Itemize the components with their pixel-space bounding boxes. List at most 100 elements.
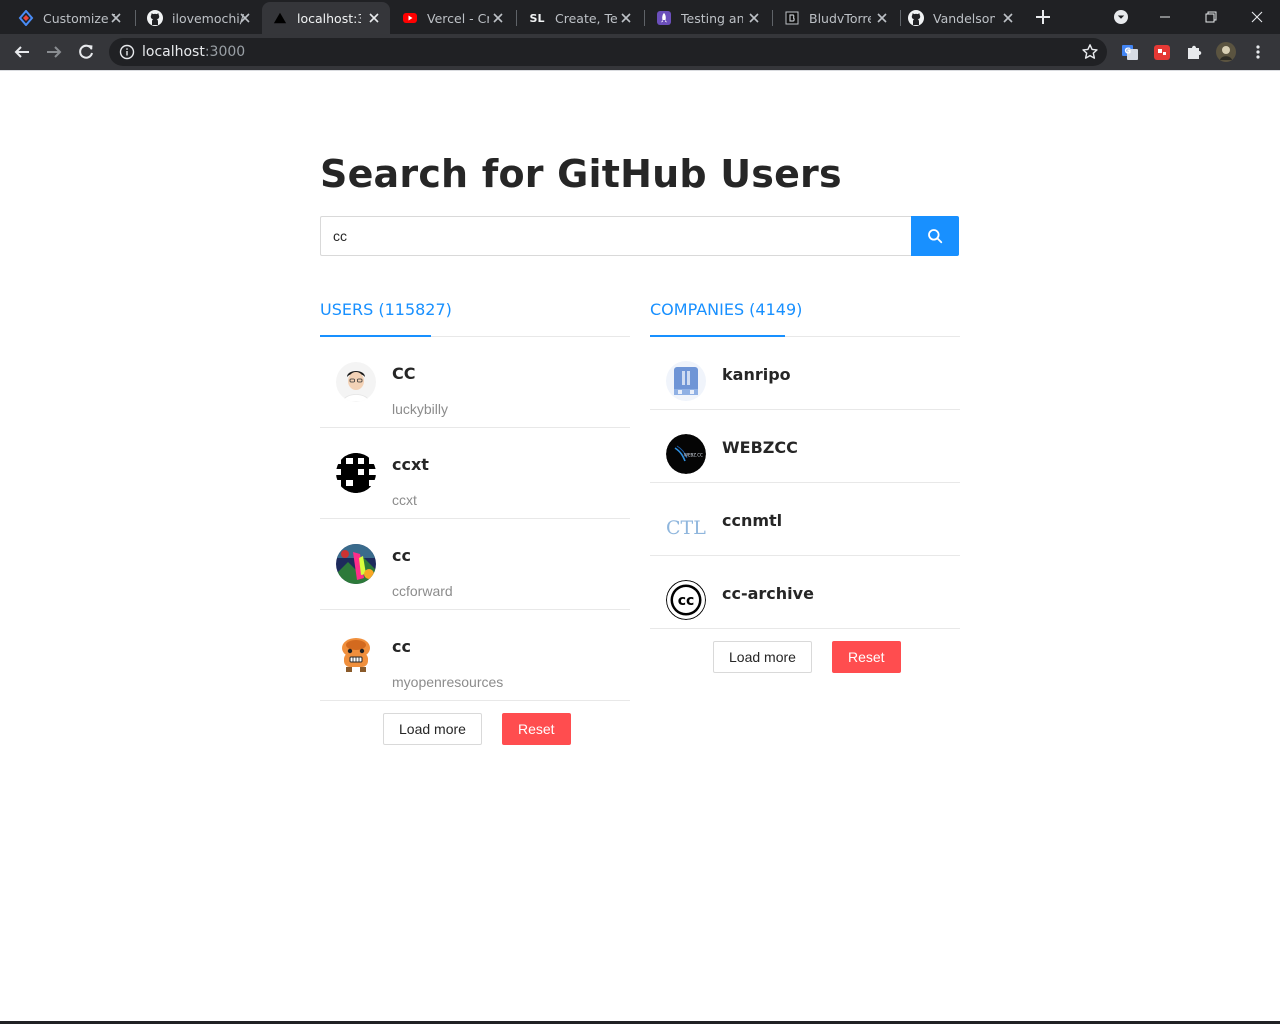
browser-tab-vercel[interactable]: Vercel - Cre (392, 2, 514, 34)
list-item[interactable]: CTL ccnmtl (650, 483, 960, 556)
user-name[interactable]: ccxt (392, 455, 429, 474)
star-icon[interactable] (1081, 43, 1099, 61)
extensions-button[interactable] (1184, 42, 1204, 62)
reload-icon (79, 44, 93, 59)
avatar (336, 635, 376, 675)
cc-logo-text: cc (678, 593, 695, 609)
back-button[interactable] (10, 40, 34, 64)
avatar (336, 453, 376, 493)
tab-title: ilovemochi/ (172, 10, 244, 26)
close-icon[interactable] (874, 10, 890, 26)
minimize-button[interactable] (1142, 0, 1188, 34)
company-name[interactable]: cc-archive (722, 584, 814, 603)
tab-title: Create, Test (555, 10, 617, 26)
companies-panel: COMPANIES (4149) kanripo WEBZ.CC WEBZCC … (650, 296, 960, 673)
list-item[interactable]: CC luckybilly (320, 337, 630, 428)
avatar-icon (1216, 42, 1236, 62)
profile-avatar[interactable] (1216, 42, 1236, 62)
google-translate-extension[interactable]: G (1120, 42, 1140, 62)
minimize-icon (1160, 16, 1170, 18)
user-login: ccforward (392, 583, 453, 599)
company-name[interactable]: ccnmtl (722, 511, 782, 530)
close-icon[interactable] (746, 10, 762, 26)
list-item[interactable]: ccxt ccxt (320, 428, 630, 519)
tab-title: Testing and (681, 10, 743, 26)
avatar (336, 544, 376, 584)
chevron-down-circle-icon (1114, 10, 1128, 24)
company-name[interactable]: kanripo (722, 365, 791, 384)
github-icon (147, 10, 163, 26)
window-close-button[interactable] (1234, 0, 1280, 34)
browser-tab-strip: Customize T ilovemochi/ localhost:30 Ver… (0, 0, 1280, 34)
search-input[interactable] (320, 216, 912, 256)
browser-tab-ilovemochi[interactable]: ilovemochi/ (137, 2, 261, 34)
tab-title: localhost:30 (297, 10, 361, 26)
browser-tab-vandelson[interactable]: Vandelson7 (898, 2, 1024, 34)
avatar: WEBZ.CC (666, 434, 706, 474)
users-actions: Load more Reset (320, 701, 630, 745)
arrow-right-icon (47, 46, 62, 58)
reload-button[interactable] (74, 40, 98, 64)
tab-search-button[interactable] (1098, 0, 1144, 34)
browser-tab-localhost[interactable]: localhost:30 (262, 2, 390, 34)
toolbar-divider (0, 70, 1280, 71)
forward-button[interactable] (42, 40, 66, 64)
tab-title: Vandelson7 (933, 10, 995, 26)
vercel-triangle-icon (272, 10, 288, 26)
avatar (666, 361, 706, 401)
tab-companies[interactable]: COMPANIES (4149) (650, 300, 802, 319)
reset-button[interactable]: Reset (502, 713, 571, 745)
new-tab-plus-icon[interactable] (1031, 6, 1055, 28)
info-icon[interactable] (119, 44, 135, 60)
url-host: localhost (142, 44, 205, 60)
url-text: localhost:3000 (142, 44, 245, 60)
browser-tab-create-test[interactable]: SL Create, Test (518, 2, 642, 34)
user-name[interactable]: cc (392, 637, 411, 656)
close-icon[interactable] (237, 10, 253, 26)
close-icon[interactable] (618, 10, 634, 26)
list-item[interactable]: cc cc-archive (650, 556, 960, 629)
tab-divider (772, 10, 773, 26)
close-icon[interactable] (1000, 10, 1016, 26)
companies-tab-header: COMPANIES (4149) (650, 296, 960, 337)
address-bar[interactable]: localhost:3000 (109, 38, 1107, 66)
list-item[interactable]: kanripo (650, 337, 960, 410)
browser-tab-bludv[interactable]: BludvTorren (774, 2, 898, 34)
avatar: cc (666, 580, 706, 620)
list-item[interactable]: cc myopenresources (320, 610, 630, 701)
browser-tab-testing[interactable]: Testing and (646, 2, 770, 34)
github-icon (908, 10, 924, 26)
tab-users[interactable]: USERS (115827) (320, 300, 452, 319)
reset-button[interactable]: Reset (832, 641, 901, 673)
tab-title: BludvTorren (809, 10, 871, 26)
load-more-button[interactable]: Load more (383, 713, 482, 745)
arrow-left-icon (14, 46, 29, 58)
rocket-icon (656, 10, 672, 26)
tab-divider (516, 10, 517, 26)
restore-button[interactable] (1188, 0, 1234, 34)
red-extension[interactable] (1152, 42, 1172, 62)
close-icon[interactable] (366, 10, 382, 26)
more-vertical-icon (1256, 45, 1260, 59)
ctl-logo-text: CTL (666, 517, 706, 539)
companies-actions: Load more Reset (650, 629, 960, 673)
browser-tab-customize[interactable]: Customize T (8, 2, 132, 34)
search-button[interactable] (911, 216, 959, 256)
user-name[interactable]: cc (392, 546, 411, 565)
tab-divider (135, 10, 136, 26)
company-name[interactable]: WEBZCC (722, 438, 798, 457)
puzzle-icon (1188, 45, 1202, 59)
close-icon[interactable] (108, 10, 124, 26)
close-icon[interactable] (490, 10, 506, 26)
youtube-icon (402, 10, 418, 26)
tab-title: Customize T (43, 10, 115, 26)
search-icon (928, 229, 943, 244)
load-more-button[interactable]: Load more (713, 641, 812, 673)
list-item[interactable]: cc ccforward (320, 519, 630, 610)
user-name[interactable]: CC (392, 364, 415, 383)
tab-divider (644, 10, 645, 26)
list-item[interactable]: WEBZ.CC WEBZCC (650, 410, 960, 483)
browser-menu-button[interactable] (1248, 42, 1268, 62)
kite-icon (18, 10, 34, 26)
red-puzzle-extension-icon (1154, 45, 1170, 60)
